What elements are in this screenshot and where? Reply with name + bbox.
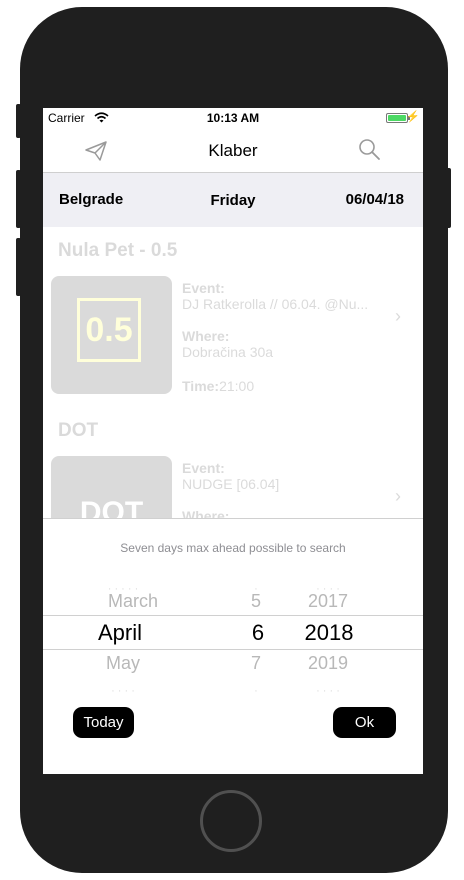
status-bar: Carrier 10:13 AM ⚡ xyxy=(43,108,423,130)
picker-year-prev[interactable]: 2017 xyxy=(298,591,358,612)
picker-year-next[interactable]: 2019 xyxy=(298,653,358,674)
picker-month-faint: · · · · xyxy=(111,685,135,697)
selection-bottom-line xyxy=(43,649,423,650)
date-label[interactable]: 06/04/18 xyxy=(346,191,404,208)
picker-year-selected[interactable]: 2018 xyxy=(293,620,365,646)
time-label-text: Time: xyxy=(182,378,220,394)
event-thumbnail[interactable]: 0.5 xyxy=(51,276,172,394)
chevron-right-icon: › xyxy=(395,486,401,506)
event-label: Event: xyxy=(182,460,225,476)
where-label: Where: xyxy=(182,328,230,344)
picker-year-faint: · · · · xyxy=(316,685,340,697)
venue-title: Nula Pet - 0.5 xyxy=(58,240,178,261)
info-bar: Belgrade Friday 06/04/18 xyxy=(43,173,423,227)
chevron-right-icon: › xyxy=(395,306,401,326)
charging-icon: ⚡ xyxy=(406,111,420,123)
picker-month-selected[interactable]: April xyxy=(70,620,170,646)
picker-day-prev[interactable]: 5 xyxy=(236,591,276,612)
picker-month-next[interactable]: May xyxy=(83,653,163,674)
battery-icon xyxy=(386,113,408,123)
thumbnail-logo: 0.5 xyxy=(77,298,141,362)
status-time: 10:13 AM xyxy=(206,111,260,125)
picker-month-prev[interactable]: March xyxy=(83,591,183,612)
volume-down-button xyxy=(16,238,21,296)
where-value: Dobračina 30a xyxy=(182,344,274,360)
mute-switch xyxy=(16,104,21,138)
time-label: Time:21:00 xyxy=(182,378,254,394)
picker-hint: Seven days max ahead possible to search xyxy=(120,541,346,555)
power-button xyxy=(445,168,451,228)
home-button[interactable] xyxy=(200,790,262,852)
event-value: DJ Ratkerolla // 06.04. @Nu... xyxy=(182,296,369,312)
picker-day-next[interactable]: 7 xyxy=(236,653,276,674)
today-button[interactable]: Today xyxy=(73,707,134,738)
venue-title: DOT xyxy=(58,420,99,441)
event-value: NUDGE [06.04] xyxy=(182,476,280,492)
navigation-bar: Klaber xyxy=(43,130,423,173)
date-picker-sheet: Seven days max ahead possible to search … xyxy=(43,518,423,774)
ok-button[interactable]: Ok xyxy=(333,707,396,738)
search-icon[interactable] xyxy=(357,137,383,163)
selection-top-line xyxy=(43,615,423,616)
picker-day-selected[interactable]: 6 xyxy=(238,620,278,646)
event-label: Event: xyxy=(182,280,225,296)
volume-up-button xyxy=(16,170,21,228)
screen: Carrier 10:13 AM ⚡ Klaber Belgrade Frida… xyxy=(43,108,423,774)
time-value: 21:00 xyxy=(219,378,255,394)
picker-day-faint: · xyxy=(254,685,258,697)
event-list: Nula Pet - 0.5 0.5 Event: DJ Ratkerolla … xyxy=(43,228,423,574)
date-picker[interactable]: · · · · · · · · · · March April May 5 6 … xyxy=(43,577,423,707)
